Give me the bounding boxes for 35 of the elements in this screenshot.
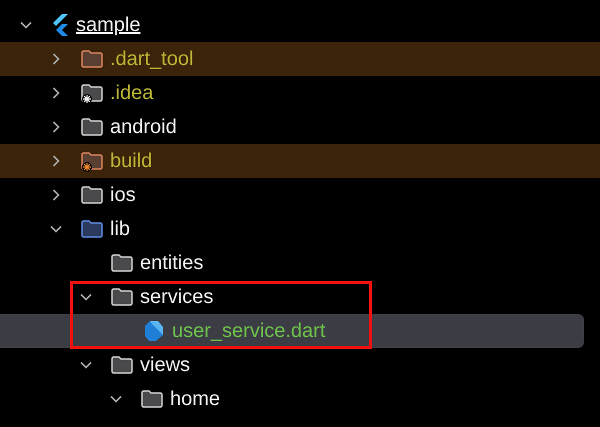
item-name: home xyxy=(170,388,220,410)
folder-icon xyxy=(80,184,104,206)
tree-row[interactable]: .dart_tool xyxy=(0,42,600,76)
dart-file-icon xyxy=(144,320,164,342)
item-name: ios xyxy=(110,184,136,206)
tree-row[interactable]: sample xyxy=(0,8,600,42)
folder-icon xyxy=(110,252,134,274)
item-name: build xyxy=(110,150,152,172)
item-name: android xyxy=(110,116,177,138)
tree-row[interactable]: build xyxy=(0,144,600,178)
tree-row[interactable]: android xyxy=(0,110,600,144)
folder-icon xyxy=(110,354,134,376)
item-name: user_service.dart xyxy=(172,320,326,342)
folder-icon xyxy=(140,388,164,410)
tree-row[interactable]: services xyxy=(0,280,600,314)
item-name: lib xyxy=(110,218,130,240)
item-name: .dart_tool xyxy=(110,48,194,70)
tree-row[interactable]: ios xyxy=(0,178,600,212)
folder-icon xyxy=(80,116,104,138)
project-name: sample xyxy=(76,14,140,36)
item-name: services xyxy=(140,286,214,308)
tree-row[interactable]: lib xyxy=(0,212,600,246)
badged-folder-icon xyxy=(80,150,104,172)
folder-icon xyxy=(80,48,104,70)
tree-row[interactable]: .idea xyxy=(0,76,600,110)
folder-icon xyxy=(80,218,104,240)
tree-row[interactable]: entities xyxy=(0,246,600,280)
tree-row[interactable]: home xyxy=(0,382,600,416)
item-name: views xyxy=(140,354,190,376)
item-name: entities xyxy=(140,252,204,274)
tree-row[interactable]: user_service.dart xyxy=(0,314,584,348)
badged-folder-icon xyxy=(80,82,104,104)
tree-row[interactable]: views xyxy=(0,348,600,382)
folder-icon xyxy=(110,286,134,308)
item-name: .idea xyxy=(110,82,154,104)
